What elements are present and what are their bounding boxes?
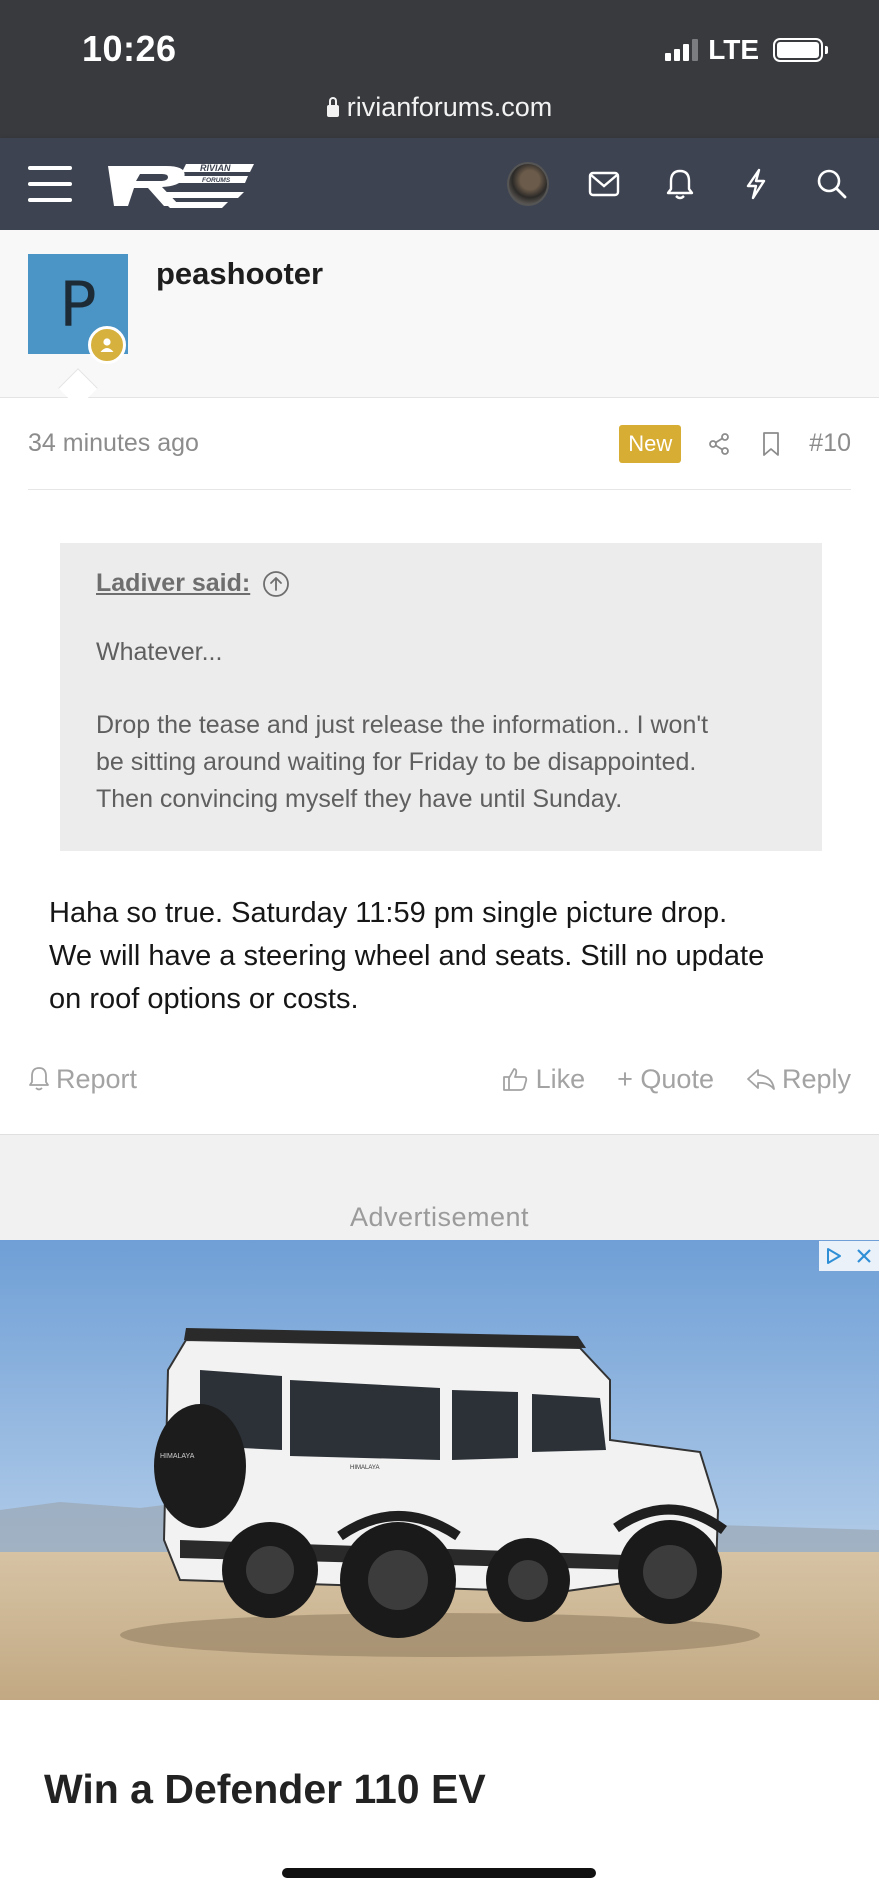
quote-block: Ladiver said: Whatever... Drop the tease… bbox=[60, 543, 822, 851]
ad-title[interactable]: Win a Defender 110 EV bbox=[44, 1766, 486, 1813]
url-bar[interactable]: rivianforums.com bbox=[0, 92, 879, 123]
search-icon[interactable] bbox=[811, 163, 853, 205]
ad-choices-icon[interactable] bbox=[819, 1241, 849, 1271]
post-meta: 34 minutes ago New #10 bbox=[28, 398, 851, 490]
lock-icon bbox=[326, 96, 339, 117]
post-body: Haha so true. Saturday 11:59 pm single p… bbox=[49, 897, 765, 1015]
site-header: RIVIAN FORUMS bbox=[0, 138, 879, 230]
share-icon[interactable] bbox=[705, 430, 733, 458]
header-icons bbox=[507, 160, 853, 208]
status-time: 10:26 bbox=[82, 28, 177, 69]
post-author-block: P peashooter bbox=[0, 230, 879, 398]
quote-header: Ladiver said: bbox=[96, 569, 786, 598]
network-type: LTE bbox=[708, 34, 759, 65]
user-avatar-button[interactable] bbox=[507, 162, 549, 206]
reply-label: Reply bbox=[781, 1063, 851, 1094]
home-indicator[interactable] bbox=[282, 1868, 596, 1878]
ad-label: Advertisement bbox=[349, 1202, 530, 1232]
thumbs-up-icon bbox=[502, 1068, 527, 1091]
bell-icon bbox=[29, 1067, 49, 1091]
quote-button[interactable]: + Quote bbox=[617, 1064, 714, 1095]
status-indicators: LTE bbox=[665, 32, 828, 68]
new-badge: New bbox=[619, 424, 682, 463]
quote-body: Drop the tease and just release the info… bbox=[96, 711, 709, 813]
user-badge-icon bbox=[88, 326, 126, 364]
reply-icon bbox=[747, 1069, 775, 1090]
like-label: Like bbox=[535, 1063, 586, 1094]
post-number[interactable]: #10 bbox=[809, 429, 851, 458]
reply-button[interactable]: Reply bbox=[746, 1064, 851, 1095]
bookmark-icon[interactable] bbox=[757, 430, 785, 458]
side-text: HIMALAYA bbox=[350, 1465, 379, 1471]
quote-label: + Quote bbox=[617, 1063, 714, 1094]
username[interactable]: peashooter bbox=[156, 256, 323, 292]
mail-icon[interactable] bbox=[583, 163, 625, 205]
report-label: Report bbox=[56, 1063, 138, 1094]
post-actions: Report Like + Quote Reply bbox=[28, 1058, 851, 1100]
avatar bbox=[507, 162, 549, 206]
spare-wheel-text: HIMALAYA bbox=[160, 1453, 195, 1460]
post-time[interactable]: 34 minutes ago bbox=[28, 429, 199, 458]
signal-icon bbox=[665, 39, 699, 61]
menu-icon[interactable] bbox=[28, 166, 72, 202]
report-button[interactable]: Report bbox=[28, 1064, 137, 1095]
site-logo[interactable]: RIVIAN FORUMS bbox=[104, 156, 260, 212]
bolt-icon[interactable] bbox=[735, 163, 777, 205]
like-button[interactable]: Like bbox=[502, 1063, 586, 1095]
jump-to-quote-icon[interactable] bbox=[262, 570, 290, 598]
bell-icon[interactable] bbox=[659, 163, 701, 205]
battery-icon bbox=[773, 38, 828, 62]
ad-controls bbox=[819, 1241, 879, 1271]
status-bar: 10:26 LTE rivianforums.com bbox=[0, 0, 879, 138]
svg-text:RIVIAN: RIVIAN bbox=[200, 163, 231, 173]
ad-image[interactable]: HIMALAYA HIMALAYA bbox=[0, 1240, 879, 1700]
quote-author-link[interactable]: Ladiver said: bbox=[96, 569, 250, 598]
url-text[interactable]: rivianforums.com bbox=[347, 92, 553, 123]
svg-text:FORUMS: FORUMS bbox=[202, 177, 231, 184]
ad-close-icon[interactable] bbox=[849, 1241, 879, 1271]
quote-first-line: Whatever... bbox=[96, 638, 223, 666]
